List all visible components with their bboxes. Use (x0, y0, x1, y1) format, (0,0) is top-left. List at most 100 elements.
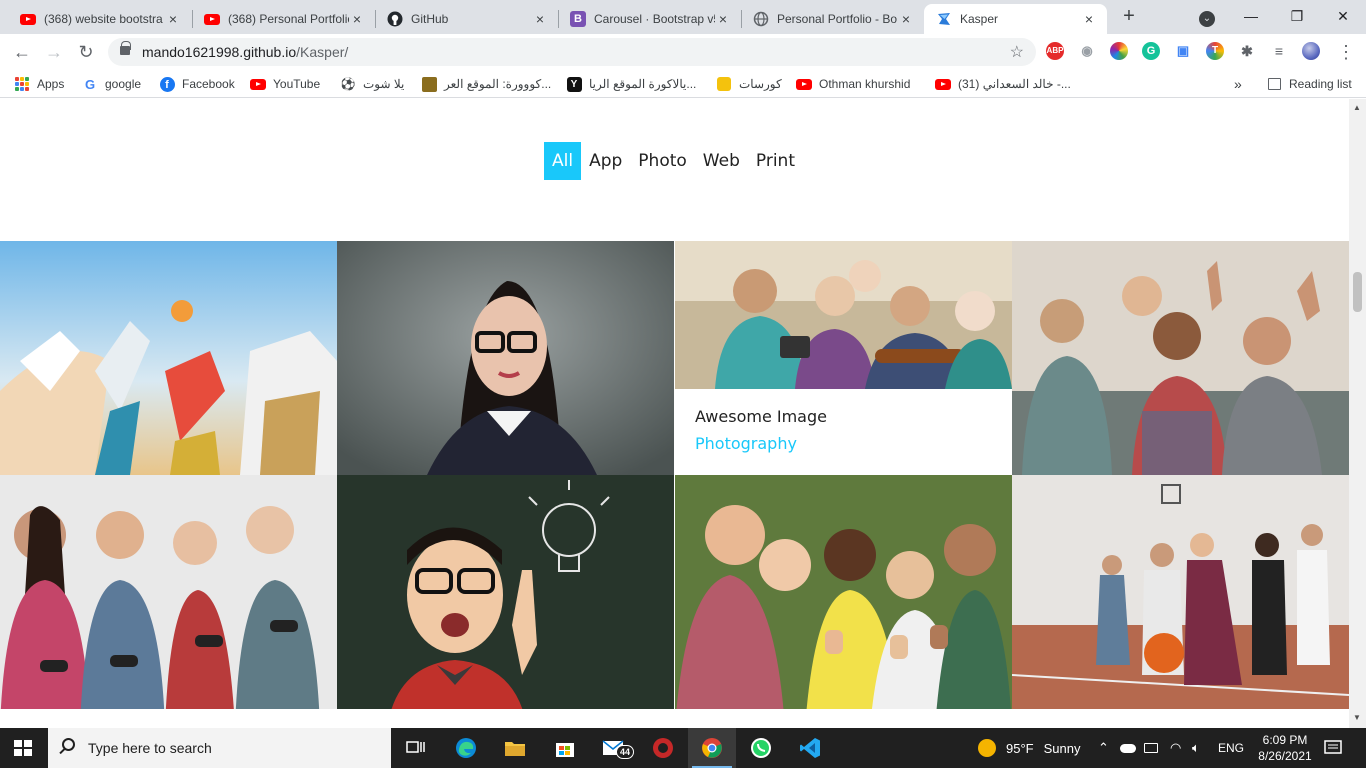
microsoft-store-icon[interactable] (553, 736, 577, 760)
seniors-guitar-photo[interactable]: Awesome Image Photography (675, 241, 1012, 475)
bookmark-facebook[interactable]: f Facebook (159, 76, 235, 92)
tab-personal-portfolio-bootstrap[interactable]: Personal Portfolio - Bo × (741, 4, 924, 34)
scroll-up-arrow-icon[interactable]: ▲ (1353, 103, 1361, 112)
filter-print[interactable]: Print (748, 142, 803, 180)
bookmark-label: Othman khurshid (819, 77, 911, 91)
tile-caption-category[interactable]: Photography (695, 434, 992, 453)
system-clock[interactable]: 6:09 PM 8/26/2021 (1255, 732, 1315, 764)
battery-icon[interactable] (1144, 728, 1158, 768)
weather-condition: Sunny (1043, 740, 1081, 756)
camera-icon[interactable]: ◉ (1078, 42, 1096, 60)
browser-tab-strip: (368) website bootstra × (368) Personal … (0, 0, 1366, 34)
filter-photo[interactable]: Photo (630, 142, 695, 180)
address-bar[interactable]: mando1621998.github.io/Kasper/ ☆ (108, 38, 1036, 66)
bookmarks-overflow-button[interactable]: » (1234, 76, 1242, 92)
scroll-down-arrow-icon[interactable]: ▼ (1353, 713, 1361, 722)
back-button[interactable]: ← (10, 40, 34, 64)
weather-widget[interactable]: 95°F Sunny (978, 728, 1080, 768)
volume-icon[interactable]: 🔈︎ (1192, 728, 1200, 768)
adblock-plus-icon[interactable]: ABP (1046, 42, 1064, 60)
youtube-icon (796, 76, 812, 92)
filter-app[interactable]: App (581, 142, 630, 180)
puzzle-extensions-icon[interactable]: ✱ (1238, 42, 1256, 60)
edge-browser-icon[interactable] (454, 736, 478, 760)
friends-cheering-photo[interactable] (1012, 241, 1349, 475)
grammarly-icon[interactable]: G (1142, 42, 1160, 60)
tab-website-bootstrap[interactable]: (368) website bootstra × (8, 4, 191, 34)
whatsapp-icon[interactable] (749, 736, 773, 760)
teens-thumbs-up-photo[interactable] (675, 475, 1012, 709)
page-scrollbar[interactable]: ▲ ▼ (1349, 99, 1366, 728)
security-app-icon[interactable] (651, 736, 675, 760)
scrollbar-thumb[interactable] (1353, 272, 1362, 312)
close-tab-icon[interactable]: × (532, 11, 548, 27)
youtube-icon (250, 76, 266, 92)
bookmark-youtube[interactable]: YouTube (250, 76, 320, 92)
bookmark-apps[interactable]: Apps (14, 76, 64, 92)
close-window-button[interactable]: ✕ (1328, 4, 1358, 28)
new-tab-button[interactable]: + (1118, 6, 1140, 28)
screen-recorder-icon[interactable]: ▣ (1174, 42, 1192, 60)
media-control-icon[interactable]: ≡ (1270, 42, 1288, 60)
tab-search-icon[interactable]: ⌄ (1192, 4, 1222, 28)
friends-gaming-photo[interactable] (0, 475, 337, 709)
close-tab-icon[interactable]: × (1081, 11, 1097, 27)
yallakora-icon: Y (566, 76, 582, 92)
lock-icon[interactable] (120, 41, 131, 55)
profile-avatar-icon[interactable] (1302, 42, 1320, 60)
tab-bootstrap-carousel[interactable]: B Carousel · Bootstrap v5 × (558, 4, 741, 34)
tab-kasper[interactable]: Kasper × (924, 4, 1107, 34)
bookmark-label: Apps (37, 77, 65, 91)
reload-button[interactable]: ↻ (74, 40, 98, 64)
sun-icon (978, 739, 996, 757)
bookmark-yalla-shoot[interactable]: ⚽ يلا شوت (340, 76, 405, 92)
reading-list-button[interactable]: Reading list (1266, 76, 1352, 92)
filter-web[interactable]: Web (695, 142, 748, 180)
tab-title: Carousel · Bootstrap v5 (594, 12, 715, 26)
wifi-icon[interactable]: ◠ (1170, 728, 1181, 768)
forward-button[interactable]: → (42, 40, 66, 64)
vscode-icon[interactable] (798, 736, 822, 760)
filter-all[interactable]: All (544, 142, 582, 180)
close-tab-icon[interactable]: × (715, 11, 731, 27)
windows-start-button[interactable] (14, 740, 32, 756)
bookmark-yallakora[interactable]: Y يالاكورة الموقع الريا... (566, 76, 696, 92)
restore-button[interactable]: ❐ (1282, 4, 1312, 28)
close-tab-icon[interactable]: × (349, 11, 365, 27)
tab-title: (368) website bootstra (44, 12, 163, 26)
bookmark-khaled-alsaadani[interactable]: (31) خالد السعداني -... (935, 76, 1071, 92)
file-explorer-icon[interactable] (503, 736, 527, 760)
basketball-players-photo[interactable] (1012, 475, 1349, 709)
boy-lightbulb-photo[interactable] (337, 475, 674, 709)
youtube-icon (20, 11, 36, 27)
bookmark-othman-khurshid[interactable]: Othman khurshid (796, 76, 910, 92)
language-indicator[interactable]: ENG (1218, 728, 1244, 768)
friends-volleyball-photo[interactable] (0, 241, 337, 475)
bookmark-label: يالاكورة الموقع الريا... (589, 77, 697, 91)
show-hidden-icons-chevron-icon[interactable]: ⌃ (1098, 728, 1109, 768)
woman-glasses-photo[interactable] (337, 241, 674, 475)
bookmark-star-icon[interactable]: ☆ (1010, 42, 1024, 62)
minimize-button[interactable]: — (1236, 4, 1266, 28)
bookmarks-bar: Apps G google f Facebook YouTube ⚽ يلا ش… (0, 70, 1366, 98)
search-icon (62, 738, 75, 751)
close-tab-icon[interactable]: × (165, 11, 181, 27)
bookmark-kooora[interactable]: كووورة: الموقع العر... (421, 76, 551, 92)
bookmark-label: يلا شوت (363, 77, 405, 91)
chrome-icon[interactable] (700, 736, 724, 760)
tab-personal-portfolio-youtube[interactable]: (368) Personal Portfolio × (192, 4, 375, 34)
notifications-icon[interactable] (1324, 728, 1342, 768)
task-view-icon[interactable] (404, 736, 428, 760)
bookmark-courses[interactable]: كورسات (716, 76, 782, 92)
apps-grid-icon (14, 76, 30, 92)
mail-icon[interactable]: 44 (602, 736, 635, 760)
bootstrap-icon: B (570, 11, 586, 27)
onedrive-cloud-icon[interactable] (1120, 728, 1136, 768)
tab-github[interactable]: GitHub × (375, 4, 558, 34)
browser-menu-button[interactable]: ⋮ (1334, 40, 1358, 64)
translate-icon[interactable]: T (1206, 42, 1224, 60)
bookmark-google[interactable]: G google (82, 76, 141, 92)
taskbar-search-box[interactable]: Type here to search (48, 728, 391, 768)
close-tab-icon[interactable]: × (898, 11, 914, 27)
color-wheel-icon[interactable] (1110, 42, 1128, 60)
